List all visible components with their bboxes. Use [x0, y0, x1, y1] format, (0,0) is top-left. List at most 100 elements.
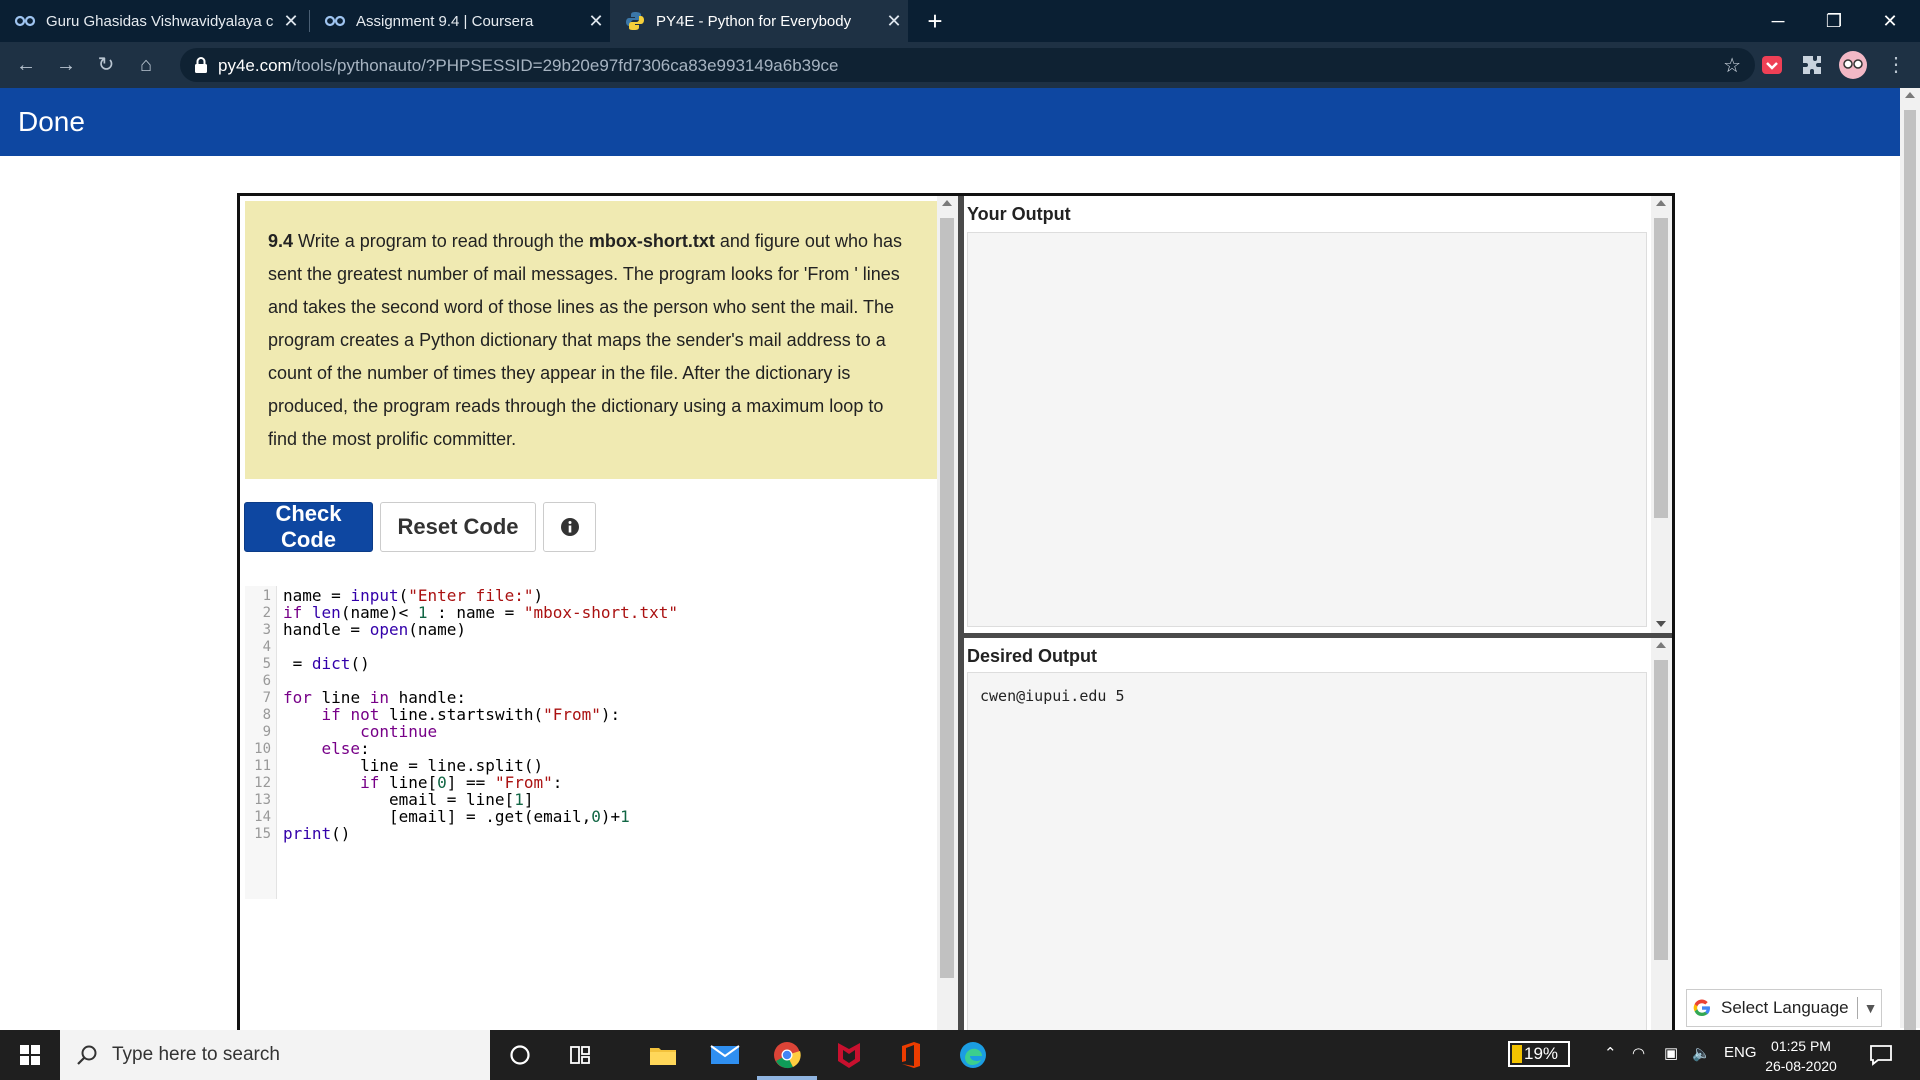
search-placeholder: Type here to search — [112, 1044, 280, 1065]
scrollbar-thumb[interactable] — [940, 218, 954, 978]
desired-output-text: cwen@iupui.edu 5 — [980, 687, 1125, 705]
pocket-extension-icon[interactable] — [1760, 53, 1784, 77]
chevron-up-icon[interactable]: ⌃ — [1604, 1044, 1617, 1062]
desired-output-box: cwen@iupui.edu 5 — [967, 672, 1647, 1033]
menu-kebab-icon[interactable]: ⋮ — [1882, 51, 1910, 79]
code-line[interactable]: handle = open(name) — [283, 620, 466, 639]
select-language-label: Select Language — [1721, 998, 1849, 1017]
reset-code-button[interactable]: Reset Code — [380, 502, 536, 552]
left-pane-scrollbar[interactable] — [937, 196, 958, 1033]
output-scrollbar[interactable] — [1651, 196, 1672, 633]
desired-output-title: Desired Output — [967, 646, 1098, 666]
bookmark-star-icon[interactable]: ☆ — [1723, 53, 1741, 78]
desired-output-scrollbar[interactable] — [1651, 638, 1672, 1033]
profile-avatar[interactable] — [1838, 50, 1868, 80]
dropdown-separator — [1856, 997, 1858, 1019]
search-icon — [77, 1045, 97, 1065]
mcafee-icon[interactable] — [834, 1040, 864, 1070]
scroll-up-icon[interactable] — [1656, 200, 1666, 206]
reload-icon[interactable]: ↻ — [92, 51, 120, 79]
line-number: 1 — [262, 588, 271, 604]
info-icon — [560, 518, 579, 536]
line-number: 12 — [254, 775, 271, 791]
close-icon[interactable]: ✕ — [582, 11, 610, 32]
start-button[interactable] — [0, 1030, 60, 1080]
tab-py4e[interactable]: PY4E - Python for Everybody ✕ — [610, 0, 908, 42]
code-line[interactable]: = dict() — [283, 654, 370, 673]
scroll-down-icon[interactable] — [1656, 621, 1666, 627]
code-editor[interactable]: 1 2 3 4 5 6 7 8 9 10 11 12 13 14 15 name = input("Ente… — [245, 586, 935, 899]
line-number-gutter: 1 2 3 4 5 6 7 8 9 10 11 12 13 14 15 — [245, 586, 277, 899]
line-number: 11 — [254, 758, 271, 774]
scrollbar-thumb[interactable] — [1654, 660, 1668, 960]
tab-strip: Guru Ghasidas Vishwavidyalaya c ✕ Assign… — [0, 0, 1920, 42]
line-number: 8 — [262, 707, 271, 723]
taskbar-search[interactable]: Type here to search — [60, 1030, 490, 1080]
page-scrollbar[interactable] — [1900, 88, 1920, 1030]
scroll-up-icon[interactable] — [1905, 92, 1915, 98]
scroll-up-icon[interactable] — [942, 200, 952, 206]
battery-indicator[interactable]: 19% — [1508, 1041, 1570, 1067]
address-bar[interactable]: py4e.com/tools/pythonauto/?PHPSESSID=29b… — [180, 48, 1755, 82]
scrollbar-thumb[interactable] — [1904, 110, 1916, 1030]
lock-icon[interactable] — [194, 56, 208, 74]
line-number: 7 — [262, 690, 271, 706]
select-language-dropdown[interactable]: Select Language ▼ — [1686, 989, 1882, 1027]
google-g-icon — [1693, 999, 1710, 1017]
close-window-icon[interactable]: ✕ — [1862, 0, 1918, 42]
info-button[interactable] — [543, 502, 596, 552]
tab-assignment[interactable]: Assignment 9.4 | Coursera ✕ — [310, 0, 610, 42]
forward-icon[interactable]: → — [52, 51, 80, 79]
your-output-title: Your Output — [967, 204, 1071, 224]
wifi-icon[interactable]: ◠ — [1632, 1044, 1645, 1062]
line-number: 3 — [262, 622, 271, 638]
scroll-up-icon[interactable] — [1656, 642, 1666, 648]
mail-icon[interactable] — [710, 1040, 740, 1070]
right-pane: Your Output Desired Output cwen@iupui.ed… — [964, 196, 1672, 1033]
power-icon[interactable]: ▣ — [1664, 1044, 1678, 1062]
restore-icon[interactable]: ❐ — [1806, 0, 1862, 42]
file-explorer-icon[interactable] — [648, 1040, 678, 1070]
tab-title: Guru Ghasidas Vishwavidyalaya c — [46, 12, 274, 30]
tab-title: Assignment 9.4 | Coursera — [356, 12, 534, 30]
cortana-icon[interactable] — [505, 1040, 535, 1070]
extensions-puzzle-icon[interactable] — [1800, 53, 1824, 77]
language-indicator[interactable]: ENG — [1724, 1044, 1757, 1061]
battery-fill — [1512, 1045, 1522, 1063]
back-icon[interactable]: ← — [12, 51, 40, 79]
clock-time: 01:25 PM — [1771, 1038, 1831, 1054]
minimize-icon[interactable]: ─ — [1750, 0, 1806, 42]
url-text: py4e.com/tools/pythonauto/?PHPSESSID=29b… — [218, 56, 839, 75]
line-number: 14 — [254, 809, 271, 825]
line-number: 9 — [262, 724, 271, 740]
home-icon[interactable]: ⌂ — [132, 51, 160, 79]
notifications-icon[interactable] — [1866, 1040, 1896, 1070]
line-number: 13 — [254, 792, 271, 808]
battery-percent: 19% — [1524, 1044, 1559, 1063]
code-line[interactable]: print() — [283, 824, 350, 843]
your-output-panel: Your Output — [964, 196, 1672, 633]
tab-guru-ghasidas[interactable]: Guru Ghasidas Vishwavidyalaya c ✕ — [0, 0, 305, 42]
edge-icon[interactable] — [958, 1040, 988, 1070]
clock[interactable]: 01:25 PM 26-08-2020 — [1756, 1036, 1846, 1076]
new-tab-button[interactable]: + — [920, 6, 950, 36]
problem-text: 9.4 Write a program to read through the … — [268, 231, 902, 449]
close-icon[interactable]: ✕ — [277, 11, 305, 32]
close-icon[interactable]: ✕ — [880, 11, 908, 32]
office-icon[interactable] — [896, 1040, 926, 1070]
chrome-active-indicator — [757, 1076, 817, 1080]
clock-date: 26-08-2020 — [1765, 1058, 1837, 1074]
task-view-icon[interactable] — [565, 1040, 595, 1070]
line-number: 6 — [262, 673, 271, 689]
your-output-box — [967, 232, 1647, 627]
chrome-icon[interactable] — [772, 1040, 802, 1070]
problem-statement: 9.4 Write a program to read through the … — [245, 201, 937, 479]
left-pane: 9.4 Write a program to read through the … — [240, 196, 958, 1033]
line-number: 4 — [262, 639, 271, 655]
page-header: Done — [0, 88, 1900, 156]
line-number: 15 — [254, 826, 271, 842]
desired-output-panel: Desired Output cwen@iupui.edu 5 — [964, 638, 1672, 1033]
volume-icon[interactable]: 🔈 — [1692, 1044, 1711, 1062]
check-code-button[interactable]: Check Code — [244, 501, 373, 552]
scrollbar-thumb[interactable] — [1654, 218, 1668, 518]
